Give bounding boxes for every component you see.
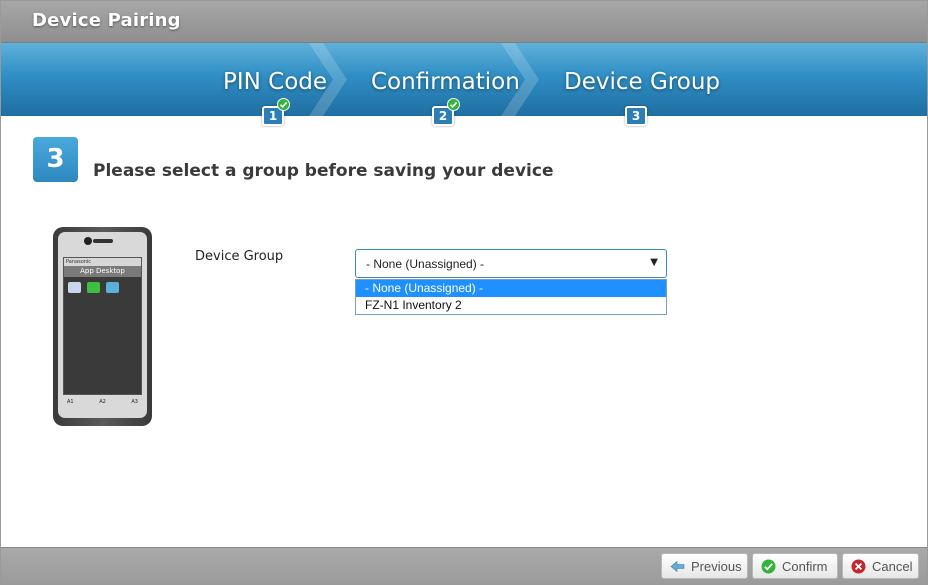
confirm-button-label: Confirm xyxy=(782,558,828,574)
camera-icon xyxy=(84,237,92,245)
title-bar[interactable]: Device Pairing xyxy=(1,1,927,43)
device-keys: A1 A2 A3 xyxy=(63,399,142,405)
device-pairing-dialog: Device Pairing PIN Code Confirmation Dev… xyxy=(0,0,928,585)
step-badge-3: 3 xyxy=(625,106,647,126)
device-image: Panasonic App Desktop A1 A2 A3 xyxy=(53,227,152,426)
previous-button-label: Previous xyxy=(691,558,742,574)
dropdown-arrow-icon[interactable]: ▼ xyxy=(650,257,658,268)
device-key-a3: A3 xyxy=(131,399,138,405)
instruction-text: Please select a group before saving your… xyxy=(93,161,554,181)
dialog-footer: Previous Confirm Cancel xyxy=(1,547,927,584)
wizard-step-bar: PIN Code Confirmation Device Group xyxy=(1,43,927,116)
cancel-x-icon xyxy=(851,559,866,573)
cancel-button-label: Cancel xyxy=(872,558,913,574)
confirm-button[interactable]: Confirm xyxy=(752,553,838,579)
device-group-select-value: - None (Unassigned) - xyxy=(366,257,485,271)
device-group-dropdown-list: - None (Unassigned) - FZ-N1 Inventory 2 xyxy=(355,279,667,315)
device-key-a2: A2 xyxy=(99,399,106,405)
device-group-select[interactable]: - None (Unassigned) - ▼ xyxy=(355,249,667,278)
speaker-icon xyxy=(93,239,113,243)
device-brand: Panasonic xyxy=(64,258,141,266)
cancel-button[interactable]: Cancel xyxy=(842,553,919,579)
arrow-left-icon xyxy=(670,560,685,572)
battery-app-icon xyxy=(87,282,100,293)
step-label-confirmation: Confirmation xyxy=(371,69,520,95)
about-app-icon xyxy=(68,282,81,293)
device-screen: Panasonic App Desktop xyxy=(63,257,142,395)
smart-sim-app-icon xyxy=(106,282,119,293)
check-icon xyxy=(277,98,290,111)
dropdown-option-none[interactable]: - None (Unassigned) - xyxy=(356,280,666,297)
confirm-check-icon xyxy=(761,559,776,573)
check-icon xyxy=(447,98,460,111)
step-label-pin-code: PIN Code xyxy=(223,69,328,95)
device-app-icons xyxy=(64,277,141,298)
device-screen-title: App Desktop xyxy=(64,266,141,277)
dropdown-option-fz-n1-inventory-2[interactable]: FZ-N1 Inventory 2 xyxy=(356,297,666,314)
step-label-device-group: Device Group xyxy=(564,69,720,95)
current-step-number: 3 xyxy=(33,137,78,182)
device-group-label: Device Group xyxy=(195,249,284,264)
window-title: Device Pairing xyxy=(32,10,181,31)
previous-button[interactable]: Previous xyxy=(661,553,748,579)
device-key-a1: A1 xyxy=(67,399,74,405)
